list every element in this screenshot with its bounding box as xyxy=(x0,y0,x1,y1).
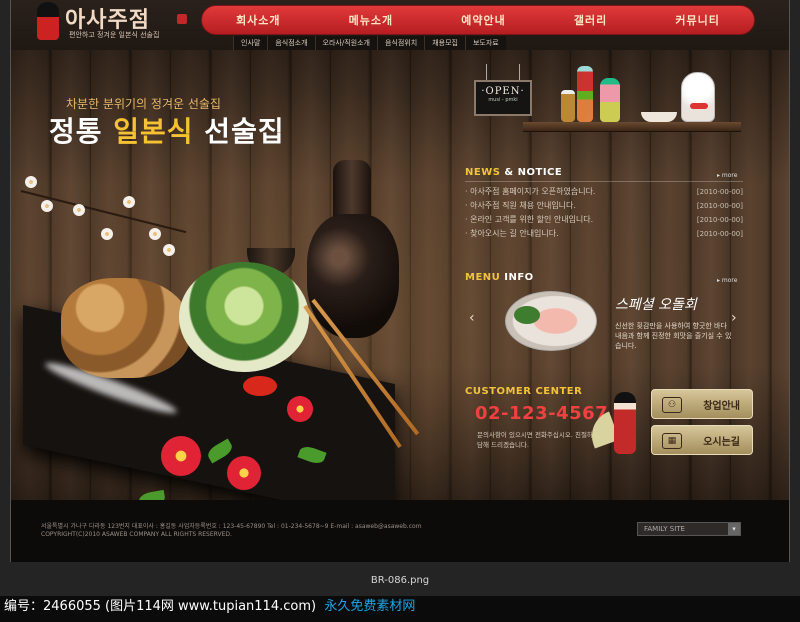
sub-navigation: 인사말 음식점소개 오라사/직원소개 음식점위치 채용모집 보도자료 xyxy=(233,36,506,50)
subnav-press[interactable]: 보도자료 xyxy=(464,36,506,50)
red-flower-icon xyxy=(227,456,261,490)
bowl xyxy=(641,112,677,122)
news-item-date: [2010-00-00] xyxy=(696,202,743,210)
website: 아사주점 편안하고 정겨운 일본식 선술집 회사소개 메뉴소개 예약안내 갤러리… xyxy=(10,0,790,562)
salad xyxy=(179,262,309,372)
news-title-a: NEWS xyxy=(465,167,501,178)
bicycle-icon: ⚇ xyxy=(662,397,682,413)
teapot xyxy=(307,214,399,338)
geisha-logo-icon xyxy=(37,2,59,40)
directions-button[interactable]: ▦ 오시는길 xyxy=(651,425,753,455)
customer-center-title: CUSTOMER CENTER xyxy=(465,386,583,397)
news-item[interactable]: · 아사주점 직원 채용 안내입니다. [2010-00-00] xyxy=(465,199,743,213)
blossom-icon xyxy=(41,200,53,212)
shelf xyxy=(523,122,741,132)
stamp-icon xyxy=(177,14,187,24)
news-more-link[interactable]: ▸ more xyxy=(717,172,737,179)
subnav-greeting[interactable]: 인사말 xyxy=(233,36,267,50)
blossom-icon xyxy=(123,196,135,208)
news-item-text: · 찾아오시는 길 안내입니다. xyxy=(465,229,559,238)
open-sign: ·OPEN· musi - pmki xyxy=(474,80,532,116)
red-flower-icon xyxy=(161,436,201,476)
family-site-label: FAMILY SITE xyxy=(644,525,685,533)
hero-title-highlight: 일본식 xyxy=(113,115,194,148)
menu-dish-name: 스페셜 오돌회 xyxy=(615,297,697,313)
lucky-cat-icon xyxy=(681,72,715,122)
sashimi-plate xyxy=(505,291,597,351)
menu-title: MENU INFO xyxy=(465,272,534,283)
jar xyxy=(561,90,575,122)
family-site-select[interactable]: FAMILY SITE ▾ xyxy=(637,522,741,536)
startup-guide-label: 창업안내 xyxy=(703,400,740,412)
startup-guide-button[interactable]: ⚇ 창업안내 xyxy=(651,389,753,419)
blossom-icon xyxy=(73,204,85,216)
watermark-tag: 永久免费素材网 xyxy=(324,599,416,614)
subnav-restaurant-intro[interactable]: 음식점소개 xyxy=(267,36,314,50)
open-sign-text: ·OPEN· xyxy=(481,86,525,97)
blossom-icon xyxy=(149,228,161,240)
customer-description: 문의사항이 있으시면 전화주십시오. 친절하게 상담해 드리겠습니다. xyxy=(477,431,607,449)
blossom-icon xyxy=(25,176,37,188)
news-item[interactable]: · 온라인 고객를 위한 할인 안내입니다. [2010-00-00] xyxy=(465,213,743,227)
menu-dish-description: 신선한 횟감만을 사용하여 향긋한 바다내음과 함께 진정한 회맛을 즐기실 수… xyxy=(615,322,732,350)
footer-copyright: COPYRIGHT(C)2010 ASAWEB COMPANY ALL RIGH… xyxy=(41,531,232,538)
tomato xyxy=(243,376,277,396)
logo[interactable]: 아사주점 편안하고 정겨운 일본식 선술집 xyxy=(31,0,201,50)
geisha-doll xyxy=(614,392,636,454)
phone-number: 02-123-4567 xyxy=(475,403,609,424)
nav-item-menu[interactable]: 메뉴소개 xyxy=(349,12,393,28)
map-icon: ▦ xyxy=(662,433,682,449)
nav-item-community[interactable]: 커뮤니티 xyxy=(675,12,719,28)
footer-address: 서울특별시 가나구 다라동 123번지 대표이사 : 홍길동 사업자등록번호 :… xyxy=(41,523,422,530)
header: 아사주점 편안하고 정겨운 일본식 선술집 회사소개 메뉴소개 예약안내 갤러리… xyxy=(11,0,789,50)
news-item-date: [2010-00-00] xyxy=(696,230,743,238)
news-divider xyxy=(465,181,743,182)
menu-next-arrow-icon[interactable]: › xyxy=(731,310,737,326)
news-item[interactable]: · 찾아오시는 길 안내입니다. [2010-00-00] xyxy=(465,227,743,241)
hero-title: 정통 일본식 선술집 xyxy=(49,110,285,150)
open-sign-subtext: musi - pmki xyxy=(488,97,518,103)
main-navigation: 회사소개 메뉴소개 예약안내 갤러리 커뮤니티 xyxy=(201,5,755,35)
jar xyxy=(577,66,593,122)
news-item-date: [2010-00-00] xyxy=(696,216,743,224)
news-title: NEWS & NOTICE xyxy=(465,167,562,178)
news-title-b: & NOTICE xyxy=(500,167,563,178)
red-flower-icon xyxy=(287,396,313,422)
watermark-id: 编号：2466055 (图片114网 www.tupian114.com) xyxy=(4,599,317,614)
directions-label: 오시는길 xyxy=(703,436,740,448)
hero-title-pre: 정통 xyxy=(49,115,114,148)
blossom-icon xyxy=(163,244,175,256)
news-item-text: · 온라인 고객를 위한 할인 안내입니다. xyxy=(465,215,594,224)
menu-title-b: INFO xyxy=(500,272,534,283)
news-item-date: [2010-00-00] xyxy=(696,188,743,196)
news-list: · 아사주점 홈페이지가 오픈하였습니다. [2010-00-00] · 아사주점… xyxy=(465,185,743,241)
viewer-frame: 아사주점 편안하고 정겨운 일본식 선술집 회사소개 메뉴소개 예약안내 갤러리… xyxy=(0,0,800,622)
subnav-recruit[interactable]: 채용모집 xyxy=(424,36,465,50)
subnav-staff[interactable]: 오라사/직원소개 xyxy=(314,36,377,50)
logo-subtitle: 편안하고 정겨운 일본식 선술집 xyxy=(69,31,160,39)
watermark-bar: 编号：2466055 (图片114网 www.tupian114.com) 永久… xyxy=(0,596,800,622)
menu-title-a: MENU xyxy=(465,272,501,283)
menu-prev-arrow-icon[interactable]: ‹ xyxy=(469,310,475,326)
footer: 서울특별시 가나구 다라동 123번지 대표이사 : 홍길동 사업자등록번호 :… xyxy=(11,500,789,562)
nav-item-company[interactable]: 회사소개 xyxy=(236,12,280,28)
jar xyxy=(600,78,620,122)
fried-chicken xyxy=(61,278,191,378)
news-item-text: · 아사주점 직원 채용 안내입니다. xyxy=(465,201,576,210)
image-filename: BR-086.png xyxy=(370,575,430,586)
blossom-icon xyxy=(101,228,113,240)
hero-title-post: 선술집 xyxy=(193,115,285,148)
subnav-location[interactable]: 음식점위치 xyxy=(376,36,424,50)
chevron-down-icon: ▾ xyxy=(728,523,740,535)
news-item[interactable]: · 아사주점 홈페이지가 오픈하였습니다. [2010-00-00] xyxy=(465,185,743,199)
nav-item-gallery[interactable]: 갤러리 xyxy=(574,12,607,28)
menu-more-link[interactable]: ▸ more xyxy=(717,277,737,284)
news-item-text: · 아사주점 홈페이지가 오픈하였습니다. xyxy=(465,187,596,196)
nav-item-reservation[interactable]: 예약안내 xyxy=(461,12,505,28)
